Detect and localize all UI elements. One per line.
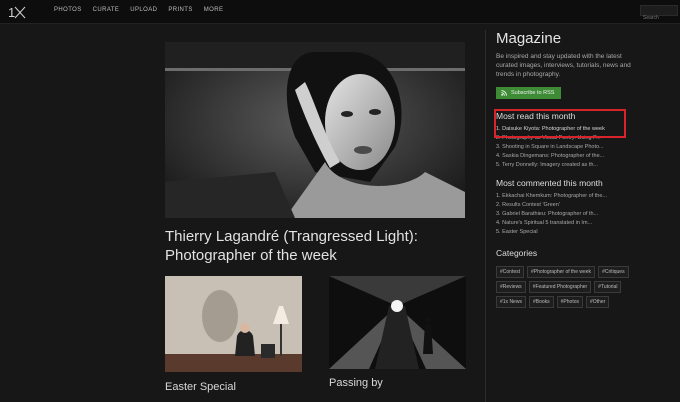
nav-prints[interactable]: PRINTS: [168, 7, 192, 13]
tag-books[interactable]: #Books: [528, 296, 554, 308]
sidebar-divider: [485, 30, 486, 402]
rss-icon: [501, 90, 507, 96]
rss-label: Subscribe to RSS: [511, 90, 555, 96]
subscribe-rss-button[interactable]: Subscribe to RSS: [496, 87, 562, 99]
nav-photos[interactable]: PHOTOS: [54, 7, 82, 13]
highlight-box: [494, 109, 626, 138]
top-navbar: 1 PHOTOS CURATE UPLOAD PRINTS MORE: [0, 0, 680, 24]
most-read-item[interactable]: 4. Saskia Dingemans: Photographer of the…: [496, 152, 676, 161]
search-box: [640, 5, 678, 23]
most-commented-item[interactable]: 3. Gabriel Barathieu: Photographer of th…: [496, 210, 676, 219]
tag-photos[interactable]: #Photos: [556, 296, 583, 308]
article-title-passing-by[interactable]: Passing by: [329, 377, 383, 389]
most-commented-item[interactable]: 1. Ekkachai Khemkum: Photographer of the…: [496, 192, 676, 201]
article-thumb-passing-by[interactable]: [329, 276, 466, 369]
most-commented-item[interactable]: 4. Nature's Spiritual 5 translated in Im…: [496, 219, 676, 228]
most-commented-heading: Most commented this month: [496, 178, 603, 188]
hero-image[interactable]: [165, 42, 465, 218]
sidebar-title: Magazine: [496, 30, 562, 47]
tag-1x-news[interactable]: #1x News: [496, 296, 526, 308]
tag-other[interactable]: #Other: [586, 296, 610, 308]
tag-photographer-of-the-week[interactable]: #Photographer of the week: [527, 266, 596, 278]
nav-upload[interactable]: UPLOAD: [130, 7, 157, 13]
sidebar-description: Be inspired and stay updated with the la…: [496, 53, 631, 78]
tag-critiques[interactable]: #Critiques: [598, 266, 629, 278]
main-nav: PHOTOS CURATE UPLOAD PRINTS MORE: [54, 7, 223, 13]
most-commented-item[interactable]: 5. Easter Special: [496, 228, 676, 237]
most-read-item[interactable]: 3. Shooting in Square in Landscape Photo…: [496, 143, 676, 152]
article-thumb-easter[interactable]: [165, 276, 302, 372]
tag-reviews[interactable]: #Reviews: [496, 281, 526, 293]
category-tags: #Contest #Photographer of the week #Crit…: [496, 266, 634, 308]
tag-tutorial[interactable]: #Tutorial: [594, 281, 622, 293]
nav-more[interactable]: MORE: [204, 7, 224, 13]
search-input[interactable]: [641, 13, 677, 23]
most-read-item[interactable]: 5. Terry Donnelly: Imagery created as th…: [496, 161, 676, 170]
tag-contest[interactable]: #Contest: [496, 266, 525, 278]
categories-heading: Categories: [496, 248, 538, 258]
magazine-sidebar: Magazine Be inspired and stay updated wi…: [496, 30, 676, 308]
most-commented-item[interactable]: 2. Results Contest 'Green': [496, 201, 676, 210]
1x-logo-icon[interactable]: 1: [8, 4, 26, 20]
hero-article-title[interactable]: Thierry Lagandré (Trangressed Light): Ph…: [165, 227, 465, 265]
svg-text:1: 1: [8, 5, 15, 20]
nav-curate[interactable]: CURATE: [93, 7, 120, 13]
article-title-easter[interactable]: Easter Special: [165, 381, 236, 393]
most-commented-list: 1. Ekkachai Khemkum: Photographer of the…: [496, 192, 676, 237]
tag-featured-photographer[interactable]: #Featured Photographer: [528, 281, 592, 293]
